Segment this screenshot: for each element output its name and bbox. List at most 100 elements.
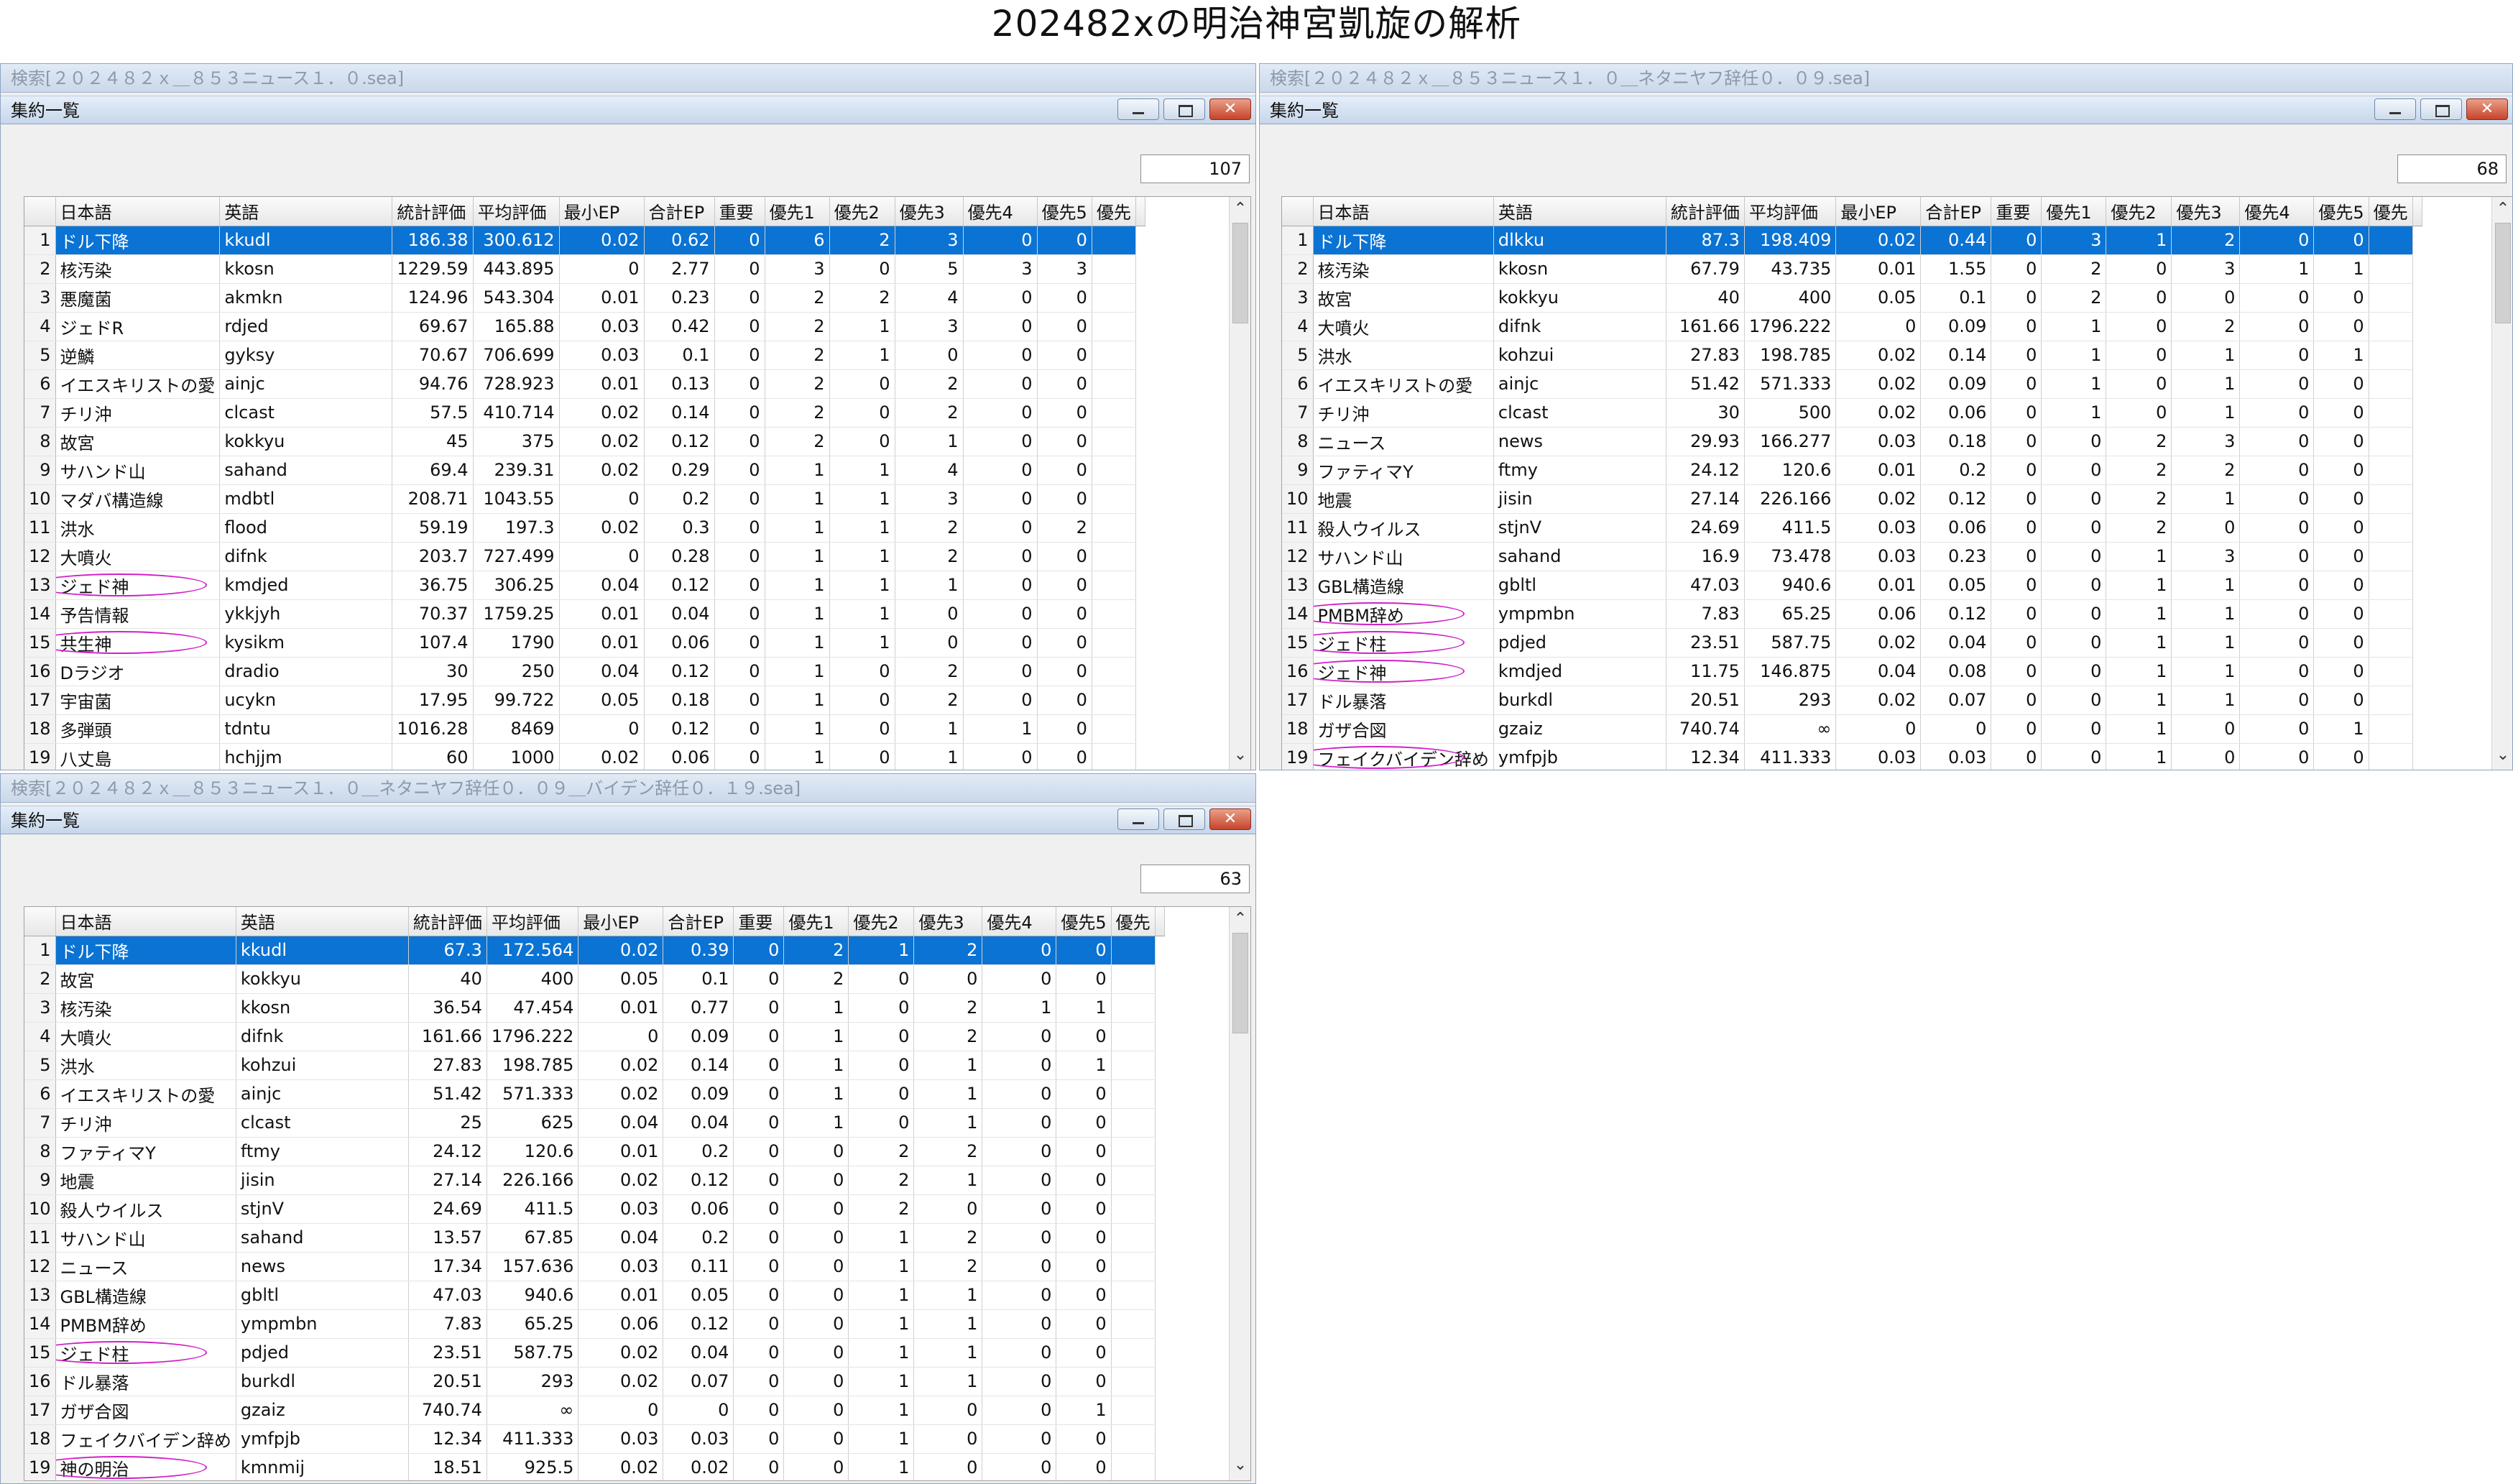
column-header[interactable]: 優先3 (895, 197, 964, 226)
table-row[interactable]: 8 故宮 kokkyu 45 375 0.02 0.12 0 2 0 1 0 0 (24, 427, 1145, 456)
column-header[interactable]: 優先 (2369, 197, 2413, 226)
table-row[interactable]: 11 殺人ウイルス stjnV 24.69 411.5 0.03 0.06 0 0 2 0 0 0 (1282, 513, 2422, 543)
column-header[interactable]: 優先5 (1037, 197, 1092, 226)
table-row[interactable]: 4 ジェドR rdjed 69.67 165.88 0.03 0.42 0 2 1 3 0 0 (24, 312, 1145, 341)
table-row[interactable]: 7 チリ沖 clcast 30 500 0.02 0.06 0 1 0 1 0 0 (1282, 398, 2422, 428)
table-row[interactable]: 1 ドル下降 kkudl 186.38 300.612 0.02 0.62 0 6 2 3 0 0 (24, 226, 1145, 255)
column-header[interactable]: 平均評価 (473, 197, 560, 226)
close-button[interactable]: ✕ (1209, 98, 1251, 120)
table-row[interactable]: 18 ガザ合図 gzaiz 740.74 ∞ 0 0 0 0 1 0 0 1 (1282, 714, 2422, 744)
table-row[interactable]: 18 多弾頭 tdntu 1016.28 8469 0 0.12 0 1 0 1 1 0 (24, 714, 1145, 744)
column-header[interactable]: 優先3 (2171, 197, 2241, 226)
column-header[interactable]: 統計評価 (408, 907, 487, 936)
table-row[interactable]: 13 GBL構造線 gbltl 47.03 940.6 0.01 0.05 0 0 1 1 0 0 (24, 1281, 1164, 1310)
table-row[interactable]: 18 フェイクバイデン辞め ymfpjb 12.34 411.333 0.03 0.03 0 0… (24, 1424, 1164, 1454)
column-header[interactable]: 最小EP (578, 907, 664, 936)
close-button[interactable]: ✕ (1209, 808, 1251, 830)
table-row[interactable]: 14 PMBM辞め ympmbn 7.83 65.25 0.06 0.12 0 0 1 1 0 0 (1282, 599, 2422, 629)
column-header[interactable]: 統計評価 (392, 197, 474, 226)
column-header[interactable]: 優先1 (783, 907, 849, 936)
column-header[interactable]: 優先5 (2313, 197, 2369, 226)
table-row[interactable]: 16 ドル暴落 burkdl 20.51 293 0.02 0.07 0 0 1 1 0 0 (24, 1367, 1164, 1396)
table-row[interactable]: 6 イエスキリストの愛 ainjc 94.76 728.923 0.01 0.13 0 2 0 2 0… (24, 369, 1145, 399)
column-header[interactable]: 合計EP (1920, 197, 1992, 226)
column-header[interactable]: 優先2 (2106, 197, 2172, 226)
column-header[interactable]: 日本語 (1313, 197, 1494, 226)
table-row[interactable]: 3 悪魔菌 akmkn 124.96 543.304 0.01 0.23 0 2 2 4 0 0 (24, 283, 1145, 313)
table-row[interactable]: 4 大噴火 difnk 161.66 1796.222 0 0.09 0 1 0 2 0 0 (1282, 312, 2422, 341)
table-row[interactable]: 17 ドル暴落 burkdl 20.51 293 0.02 0.07 0 0 1 1 0 0 (1282, 686, 2422, 715)
table-row[interactable]: 19 八丈島 hchjjm 60 1000 0.02 0.06 0 1 0 1 0 0 (24, 743, 1145, 770)
column-header[interactable]: 優先1 (765, 197, 830, 226)
table-row[interactable]: 9 ファティマY ftmy 24.12 120.6 0.01 0.2 0 0 2 2 0 0 (1282, 456, 2422, 485)
table-row[interactable]: 15 ジェド柱 pdjed 23.51 587.75 0.02 0.04 0 0 1 1 0 0 (24, 1338, 1164, 1368)
table-row[interactable]: 19 神の明治 kmnmij 18.51 925.5 0.02 0.02 0 0 1 0 0 0 (24, 1453, 1164, 1480)
table-row[interactable]: 5 洪水 kohzui 27.83 198.785 0.02 0.14 0 1 0 1 0 1 (1282, 341, 2422, 370)
table-row[interactable]: 7 チリ沖 clcast 25 625 0.04 0.04 0 1 0 1 0 0 (24, 1108, 1164, 1138)
column-header[interactable]: 優先2 (848, 907, 915, 936)
column-header[interactable]: 重要 (733, 907, 785, 936)
vertical-scrollbar[interactable]: ⌃ ⌄ (2491, 197, 2512, 770)
table-row[interactable]: 12 ニュース news 17.34 157.636 0.03 0.11 0 0 1 2 0 0 (24, 1252, 1164, 1281)
scroll-thumb[interactable] (1232, 933, 1248, 1033)
table-row[interactable]: 2 核汚染 kkosn 1229.59 443.895 0 2.77 0 3 0 5 3 3 (24, 254, 1145, 284)
table-row[interactable]: 4 大噴火 difnk 161.66 1796.222 0 0.09 0 1 0 2 0 0 (24, 1022, 1164, 1051)
column-header[interactable]: 英語 (236, 907, 409, 936)
table-row[interactable]: 2 故宮 kokkyu 40 400 0.05 0.1 0 2 0 0 0 0 (24, 964, 1164, 994)
column-header[interactable]: 日本語 (55, 197, 221, 226)
column-header[interactable]: 平均評価 (1744, 197, 1837, 226)
table-row[interactable]: 9 地震 jisin 27.14 226.166 0.02 0.12 0 0 2 1 0 0 (24, 1166, 1164, 1195)
column-header[interactable]: 優先3 (913, 907, 983, 936)
column-header[interactable]: 優先 (1111, 907, 1156, 936)
table-row[interactable]: 7 チリ沖 clcast 57.5 410.714 0.02 0.14 0 2 0 2 0 0 (24, 398, 1145, 428)
summary-grid[interactable]: 日本語 英語 統計評価 平均評価 最小EP 合計EP 重要 優先1 優先2 優先3 優先4 優先5 優先… (24, 906, 1251, 1481)
minimize-button[interactable] (1117, 98, 1159, 120)
table-row[interactable]: 14 予告情報 ykkjyh 70.37 1759.25 0.01 0.04 0 1 1 0 0 0 (24, 599, 1145, 629)
table-row[interactable]: 19 フェイクバイデン辞め ymfpjb 12.34 411.333 0.03 0.03 0 0… (1282, 743, 2422, 770)
scroll-down-icon[interactable]: ⌄ (1230, 745, 1250, 766)
table-row[interactable]: 10 マダバ構造線 mdbtl 208.71 1043.55 0 0.2 0 1 1 3 0 0 (24, 484, 1145, 514)
column-header[interactable]: 優先4 (982, 907, 1057, 936)
scroll-down-icon[interactable]: ⌄ (2492, 745, 2512, 766)
table-row[interactable]: 16 ジェド神 kmdjed 11.75 146.875 0.04 0.08 0 0 1 1 0 0 (1282, 657, 2422, 686)
column-header[interactable]: 優先1 (2041, 197, 2107, 226)
table-row[interactable]: 10 地震 jisin 27.14 226.166 0.02 0.12 0 0 2 1 0 0 (1282, 484, 2422, 514)
close-button[interactable]: ✕ (2466, 98, 2508, 120)
maximize-button[interactable] (1163, 808, 1205, 830)
table-row[interactable]: 12 大噴火 difnk 203.7 727.499 0 0.28 0 1 1 2 0 0 (24, 542, 1145, 571)
column-header[interactable]: 重要 (714, 197, 765, 226)
column-header[interactable]: 重要 (1991, 197, 2042, 226)
table-row[interactable]: 6 イエスキリストの愛 ainjc 51.42 571.333 0.02 0.09 0 1 0 1 0… (1282, 369, 2422, 399)
column-header[interactable]: 最小EP (1835, 197, 1922, 226)
table-row[interactable]: 9 サハンド山 sahand 69.4 239.31 0.02 0.29 0 1 1 4 0 0 (24, 456, 1145, 485)
column-header[interactable]: 優先2 (829, 197, 895, 226)
scroll-up-icon[interactable]: ⌃ (2492, 198, 2512, 220)
column-header[interactable]: 合計EP (644, 197, 715, 226)
table-row[interactable]: 13 ジェド神 kmdjed 36.75 306.25 0.04 0.12 0 1 1 1 0 0 (24, 571, 1145, 600)
table-row[interactable]: 17 ガザ合図 gzaiz 740.74 ∞ 0 0 0 0 1 0 0 1 (24, 1396, 1164, 1425)
column-header[interactable]: 優先 (1092, 197, 1136, 226)
table-row[interactable]: 10 殺人ウイルス stjnV 24.69 411.5 0.03 0.06 0 0 2 0 0 0 (24, 1194, 1164, 1224)
column-header[interactable]: 日本語 (55, 907, 236, 936)
table-row[interactable]: 15 ジェド柱 pdjed 23.51 587.75 0.02 0.04 0 0 1 1 0 0 (1282, 628, 2422, 658)
maximize-button[interactable] (1163, 98, 1205, 120)
table-row[interactable]: 2 核汚染 kkosn 67.79 43.735 0.01 1.55 0 2 0 3 1 1 (1282, 254, 2422, 284)
table-row[interactable]: 3 核汚染 kkosn 36.54 47.454 0.01 0.77 0 1 0 2 1 1 (24, 993, 1164, 1023)
table-row[interactable]: 17 宇宙菌 ucykn 17.95 99.722 0.05 0.18 0 1 0 2 0 0 (24, 686, 1145, 715)
vertical-scrollbar[interactable]: ⌃ ⌄ (1229, 197, 1250, 770)
column-header[interactable]: 平均評価 (487, 907, 579, 936)
table-row[interactable]: 12 サハンド山 sahand 16.9 73.478 0.03 0.23 0 0 1 3 0 0 (1282, 542, 2422, 571)
table-row[interactable]: 5 逆鱗 gyksy 70.67 706.699 0.03 0.1 0 2 1 0 0 0 (24, 341, 1145, 370)
summary-grid[interactable]: 日本語 英語 統計評価 平均評価 最小EP 合計EP 重要 優先1 優先2 優先3 優先4 優先5 優先… (24, 196, 1251, 770)
summary-grid[interactable]: 日本語 英語 統計評価 平均評価 最小EP 合計EP 重要 優先1 優先2 優先3 優先4 優先5 優先… (1281, 196, 2512, 770)
vertical-scrollbar[interactable]: ⌃ ⌄ (1229, 907, 1250, 1480)
table-row[interactable]: 11 サハンド山 sahand 13.57 67.85 0.04 0.2 0 0 1 2 0 0 (24, 1223, 1164, 1253)
scroll-down-icon[interactable]: ⌄ (1230, 1455, 1250, 1476)
table-row[interactable]: 1 ドル下降 kkudl 67.3 172.564 0.02 0.39 0 2 1 2 0 0 (24, 936, 1164, 965)
table-row[interactable]: 1 ドル下降 dlkku 87.3 198.409 0.02 0.44 0 3 1 2 0 0 (1282, 226, 2422, 255)
column-header[interactable]: 優先5 (1056, 907, 1112, 936)
scroll-thumb[interactable] (2495, 223, 2511, 323)
column-header[interactable]: 統計評価 (1666, 197, 1745, 226)
table-row[interactable]: 6 イエスキリストの愛 ainjc 51.42 571.333 0.02 0.09 0 1 0 1 0… (24, 1079, 1164, 1109)
scroll-thumb[interactable] (1232, 223, 1248, 323)
